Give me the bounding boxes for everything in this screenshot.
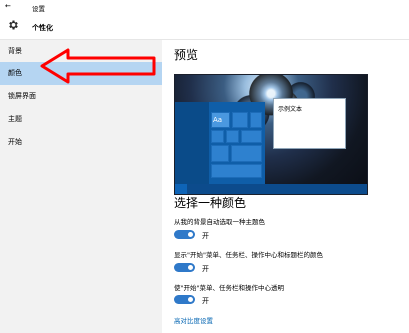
preview-tile xyxy=(226,130,239,143)
gear-icon xyxy=(9,20,18,30)
preview-tile xyxy=(231,145,262,162)
preview-tile xyxy=(232,112,248,128)
sidebar-item-lock-screen[interactable]: 锁屏界面 xyxy=(0,85,162,108)
show-color-label: 显示"开始"菜单、任务栏、操作中心和标题栏的颜色 xyxy=(174,251,323,259)
preview-tile xyxy=(211,164,262,178)
start-button-preview xyxy=(175,184,187,194)
sidebar-item-label: 开始 xyxy=(8,138,22,146)
auto-accent-label: 从我的背景自动选取一种主题色 xyxy=(174,218,265,226)
transparency-label: 使"开始"菜单、任务栏和操作中心透明 xyxy=(174,284,284,292)
sample-text: 示例文本 xyxy=(278,106,303,113)
high-contrast-link[interactable]: 高对比度设置 xyxy=(174,315,213,325)
sidebar-item-label: 背景 xyxy=(8,47,22,55)
sample-window: 示例文本 xyxy=(273,98,346,149)
auto-accent-state: 开 xyxy=(202,232,209,240)
taskbar-preview xyxy=(175,184,367,194)
start-menu-left-pane xyxy=(175,102,209,186)
color-preview: 示例文本 Aa xyxy=(174,74,368,195)
title-bar: ← 设置 xyxy=(0,0,409,14)
preview-heading: 预览 xyxy=(174,48,199,62)
start-menu-preview: Aa xyxy=(175,102,265,186)
preview-tile xyxy=(211,145,229,162)
auto-accent-toggle[interactable] xyxy=(174,230,195,239)
sidebar-item-start[interactable]: 开始 xyxy=(0,131,162,154)
transparency-toggle[interactable] xyxy=(174,295,195,304)
preview-tile xyxy=(250,112,262,128)
red-annotation-arrow xyxy=(40,48,156,84)
sample-tile-text: Aa xyxy=(213,116,223,124)
sidebar-item-label: 主题 xyxy=(8,115,22,123)
choose-color-heading: 选择一种颜色 xyxy=(174,196,247,210)
preview-tile xyxy=(211,130,224,143)
window-title: 设置 xyxy=(32,5,45,13)
show-color-toggle[interactable] xyxy=(174,263,195,272)
transparency-state: 开 xyxy=(202,297,209,305)
back-arrow-icon[interactable]: ← xyxy=(5,2,11,10)
settings-window: ← 设置 个性化 背景 颜色 锁屏界面 主题 开始 预览 示例文本 Aa 选择一… xyxy=(0,0,409,333)
sidebar-item-themes[interactable]: 主题 xyxy=(0,108,162,131)
color-settings-content: 预览 示例文本 Aa 选择一种颜色 从我的背景自动选取一种主题色 开 显示"开始… xyxy=(162,40,409,333)
sidebar-item-label: 颜色 xyxy=(8,69,22,77)
preview-tile xyxy=(241,130,262,143)
page-title: 个性化 xyxy=(32,24,53,32)
show-color-state: 开 xyxy=(202,265,209,273)
sidebar-item-label: 锁屏界面 xyxy=(8,92,36,100)
page-header: 个性化 xyxy=(0,14,409,40)
